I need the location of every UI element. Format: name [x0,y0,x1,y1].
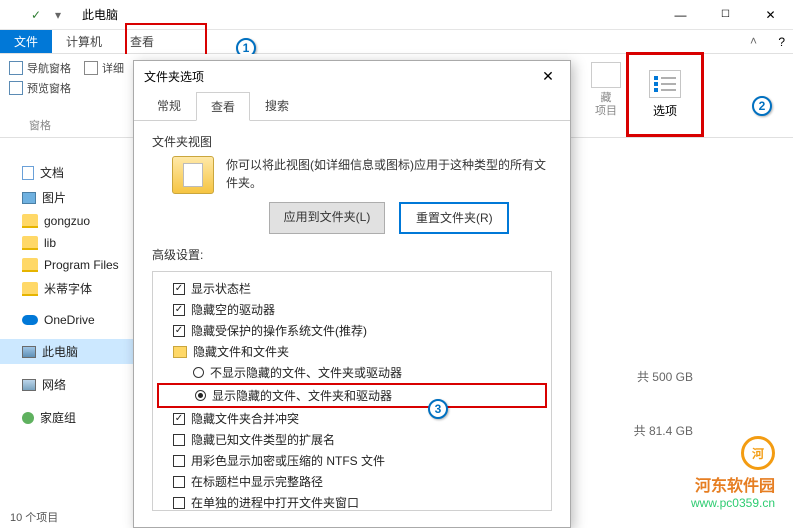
adv-opt-7[interactable]: 隐藏已知文件类型的扩展名 [157,429,547,450]
details-item[interactable]: 详细 [84,58,124,78]
adv-opt-6[interactable]: ✓ 隐藏文件夹合并冲突 [157,408,547,429]
tree-docs[interactable]: 文档 [0,160,150,185]
advanced-label: 高级设置: [152,246,552,263]
statusbar: 10 个项目 [0,506,68,528]
highlight-options: 选项 [626,52,704,137]
panes-group-label: 窗格 [29,117,51,133]
options-button[interactable]: 选项 [639,64,691,125]
opt-label: 不显示隐藏的文件、文件夹或驱动器 [210,364,402,381]
folder-view-label: 文件夹视图 [152,133,552,150]
dialog-title: 文件夹选项 [144,68,204,85]
adv-opt-2[interactable]: ✓ 隐藏受保护的操作系统文件(推荐) [157,320,547,341]
marker-2: 2 [752,96,772,116]
checkbox-icon[interactable]: ✓ [173,325,185,337]
watermark-logo: 河 [741,436,775,470]
checkbox-icon[interactable]: ✓ [173,283,185,295]
hidden-items-group[interactable]: 藏 项目 [591,62,621,118]
help-icon[interactable]: ? [778,35,785,49]
tree-font[interactable]: 米蒂字体 [0,276,150,301]
tree-onedrive[interactable]: OneDrive [0,309,150,331]
tree-pictures[interactable]: 图片 [0,185,150,210]
reset-folders-button[interactable]: 重置文件夹(R) [399,202,509,234]
radio-icon[interactable] [193,367,204,378]
watermark-site: 河东软件园 [691,472,775,496]
nav-pane-item[interactable]: 导航窗格 [9,58,71,78]
chevron-up-icon[interactable]: ˄ [750,34,757,48]
radio-icon[interactable] [195,390,206,401]
tree-lib[interactable]: lib [0,232,150,254]
dtab-general[interactable]: 常规 [142,91,196,120]
adv-opt-4[interactable]: 不显示隐藏的文件、文件夹或驱动器 [157,362,547,383]
adv-opt-8[interactable]: 用彩色显示加密或压缩的 NTFS 文件 [157,450,547,471]
apply-to-folders-button[interactable]: 应用到文件夹(L) [269,202,386,234]
tree-network[interactable]: 网络 [0,372,150,397]
highlight-view-tab [125,23,207,58]
adv-opt-3[interactable]: 隐藏文件和文件夹 [157,341,547,362]
pc-icon [22,346,36,358]
watermark-url: www.pc0359.cn [691,496,775,510]
cloud-icon [22,315,38,325]
dialog-tabs: 常规 查看 搜索 [134,91,570,121]
marker-3: 3 [428,399,448,419]
folder-icon [173,346,187,358]
opt-label: 隐藏文件夹合并冲突 [191,410,299,427]
checkbox-icon[interactable] [173,455,185,467]
opt-label: 隐藏空的驱动器 [191,301,275,318]
tab-computer[interactable]: 计算机 [52,30,116,53]
qat-dropdown-icon[interactable]: ▾ [50,7,66,23]
options-icon [649,70,681,98]
tree-thispc[interactable]: 此电脑 [0,339,150,364]
adv-opt-9[interactable]: 在标题栏中显示完整路径 [157,471,547,492]
close-button[interactable]: ✕ [748,0,793,30]
disk-size-1: 共 500 GB [637,368,693,385]
adv-opt-10[interactable]: 在单独的进程中打开文件夹窗口 [157,492,547,511]
checkbox-icon[interactable]: ✓ [173,413,185,425]
minimize-button[interactable]: — [658,0,703,30]
dialog-close-button[interactable]: ✕ [536,64,560,88]
checkbox-icon[interactable] [173,476,185,488]
dtab-search[interactable]: 搜索 [250,91,304,120]
folder-icon [172,156,214,194]
check-icon[interactable]: ✓ [28,7,44,23]
adv-opt-0[interactable]: ✓ 显示状态栏 [157,278,547,299]
folder-view-text: 你可以将此视图(如详细信息或图标)应用于这种类型的所有文件夹。 [226,156,552,192]
opt-label: 隐藏文件和文件夹 [193,343,289,360]
window-title: 此电脑 [82,6,118,23]
checkbox-icon[interactable] [173,434,185,446]
tree-gongzuo[interactable]: gongzuo [0,210,150,232]
adv-opt-1[interactable]: ✓ 隐藏空的驱动器 [157,299,547,320]
pc-icon [6,7,22,23]
tree-homegroup[interactable]: 家庭组 [0,405,150,430]
advanced-settings-list[interactable]: ✓ 显示状态栏 ✓ 隐藏空的驱动器 ✓ 隐藏受保护的操作系统文件(推荐) 隐藏文件和文件夹不… [152,271,552,511]
opt-label: 显示隐藏的文件、文件夹和驱动器 [212,387,392,404]
opt-label: 在标题栏中显示完整路径 [191,473,323,490]
preview-pane-item[interactable]: 预览窗格 [9,78,71,98]
opt-label: 在单独的进程中打开文件夹窗口 [191,494,359,511]
maximize-button[interactable]: ☐ [703,0,748,30]
opt-label: 显示状态栏 [191,280,251,297]
folder-options-dialog: 文件夹选项 ✕ 常规 查看 搜索 文件夹视图 你可以将此视图(如详细信息或图标)… [133,60,571,528]
dtab-view[interactable]: 查看 [196,92,250,121]
nav-tree: 文档 图片 gongzuo lib Program Files 米蒂字体 One… [0,160,150,430]
titlebar: ✓ ▾ 此电脑 — ☐ ✕ [0,0,793,30]
disk-size-2: 共 81.4 GB [634,422,693,439]
adv-opt-5[interactable]: 显示隐藏的文件、文件夹和驱动器 [157,383,547,408]
watermark: 河 河东软件园 www.pc0359.cn [691,436,775,510]
opt-label: 用彩色显示加密或压缩的 NTFS 文件 [191,452,385,469]
tree-programfiles[interactable]: Program Files [0,254,150,276]
checkbox-icon[interactable]: ✓ [173,304,185,316]
opt-label: 隐藏受保护的操作系统文件(推荐) [191,322,367,339]
menu-tabs: 文件 计算机 查看 ˄ [0,30,793,54]
tab-file[interactable]: 文件 [0,30,52,53]
checkbox-icon[interactable] [173,497,185,509]
opt-label: 隐藏已知文件类型的扩展名 [191,431,335,448]
